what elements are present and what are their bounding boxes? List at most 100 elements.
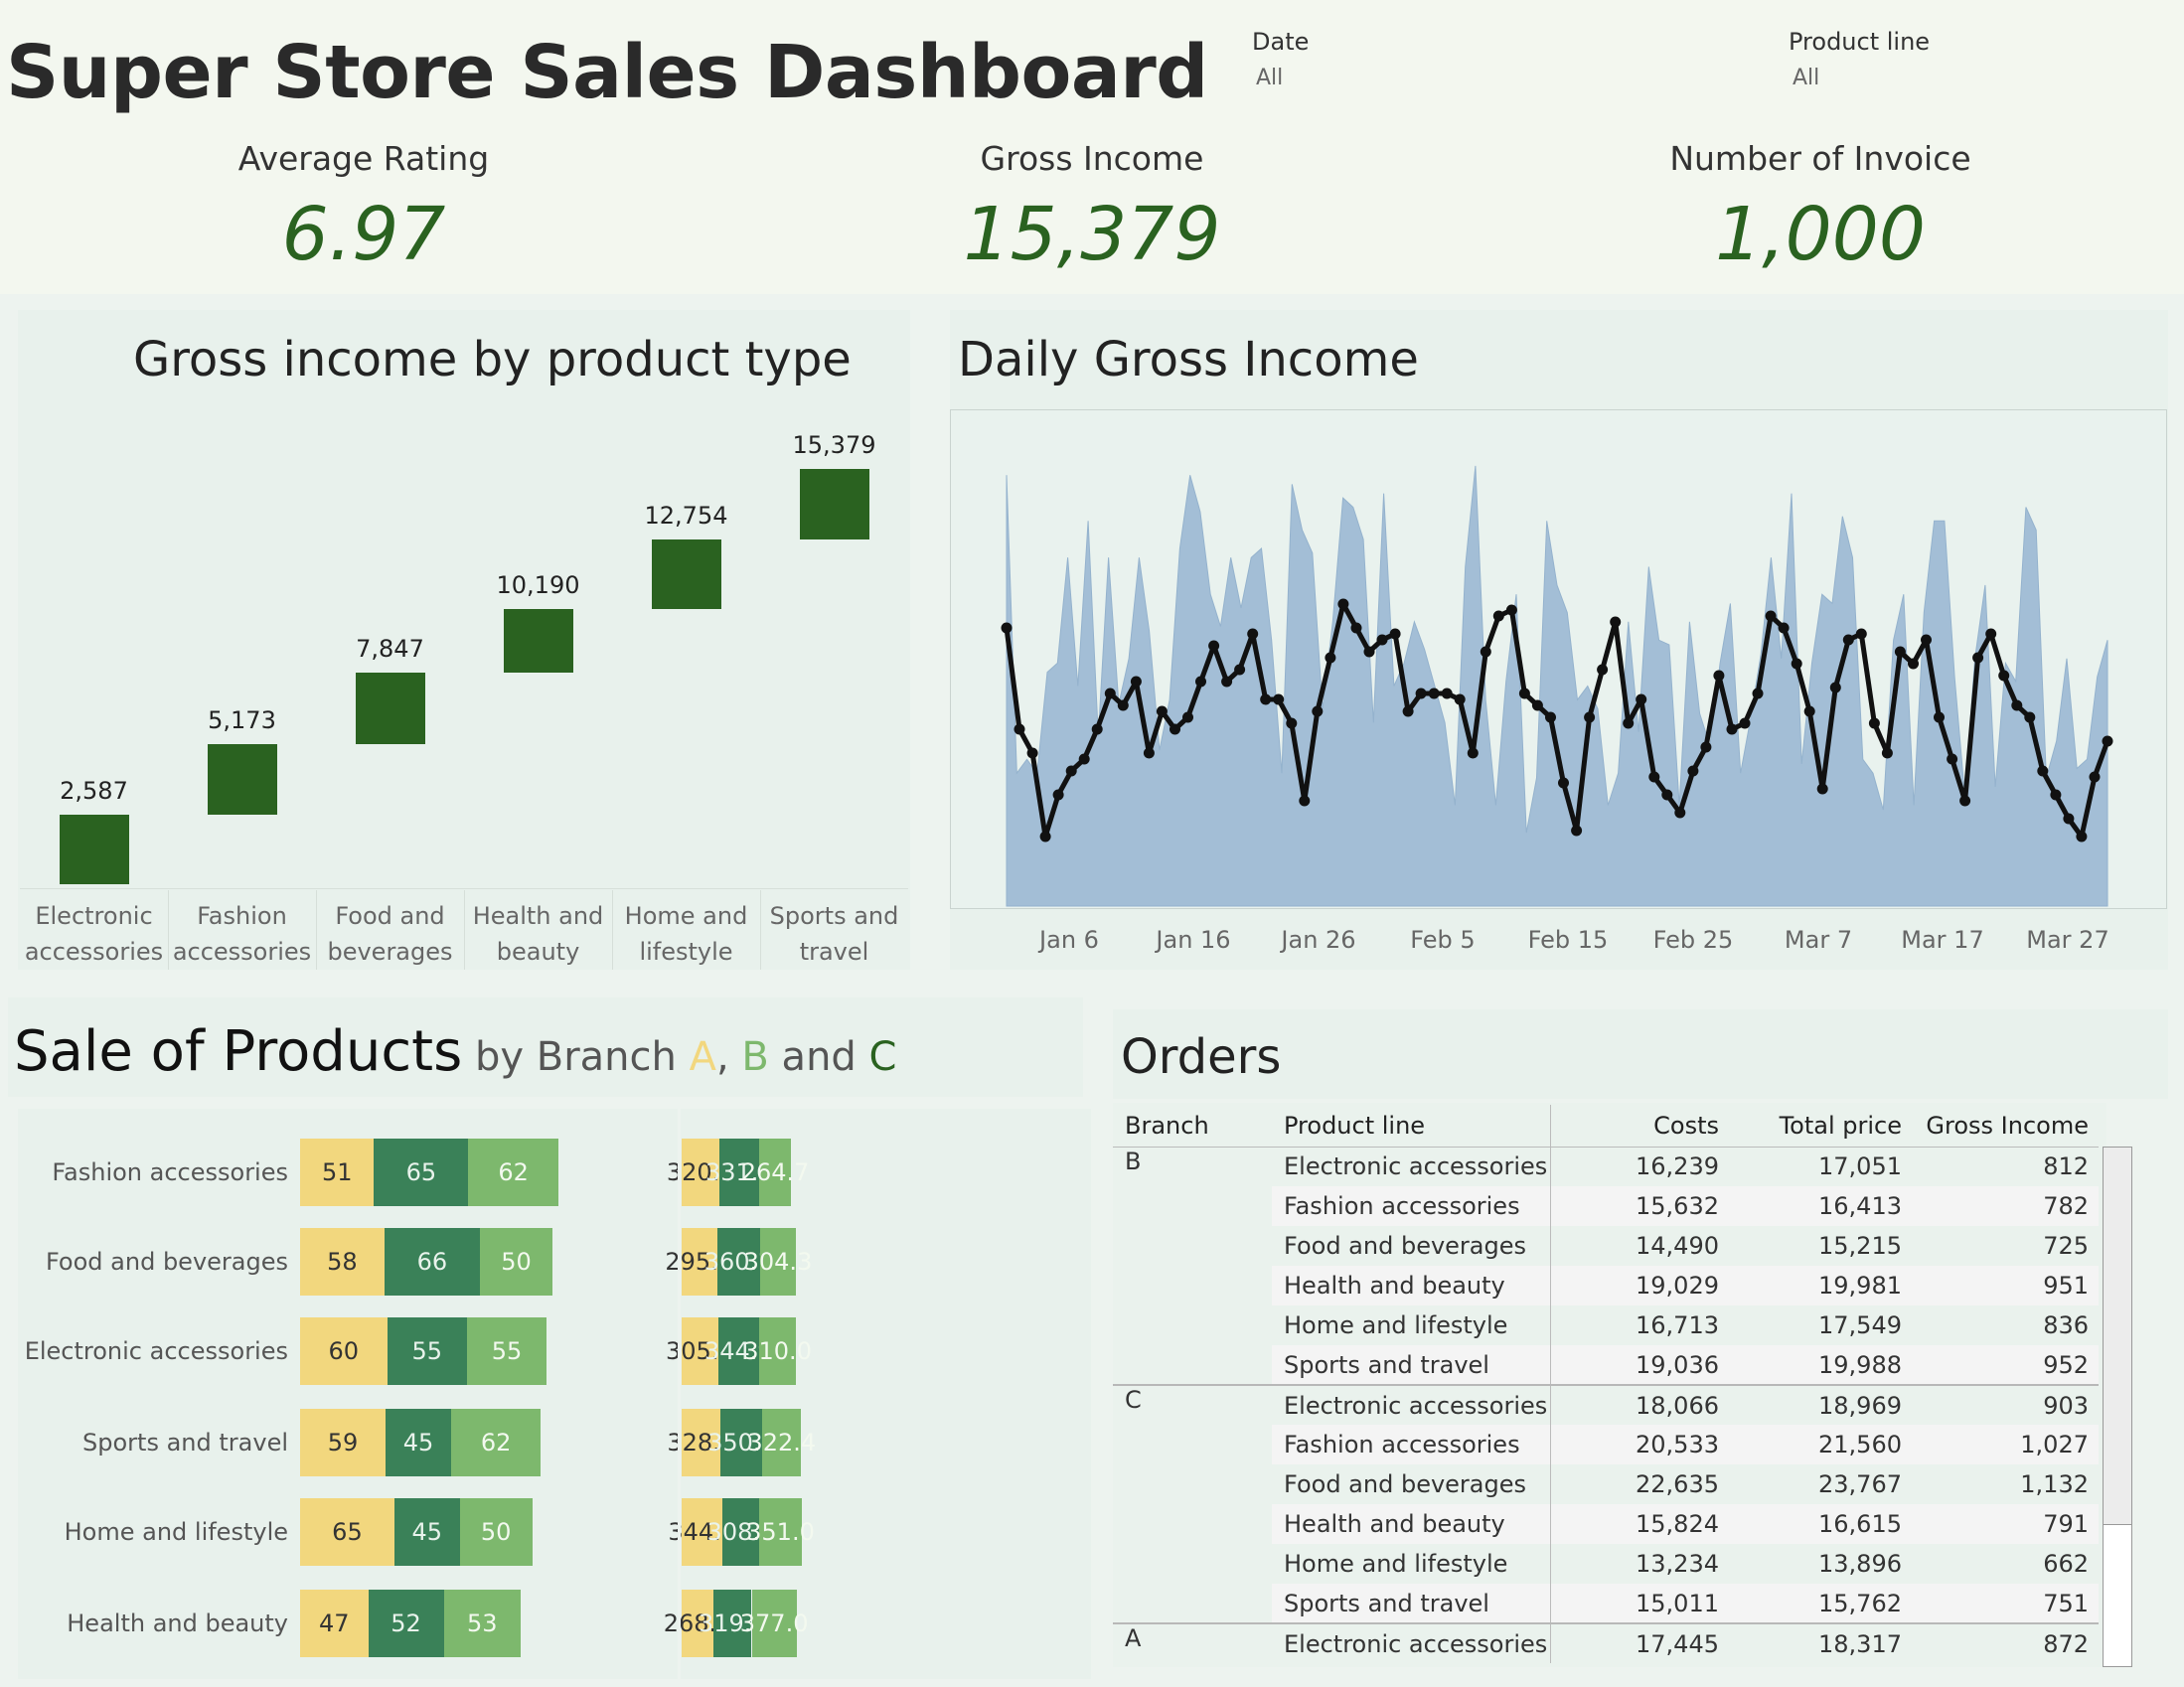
daily-line-point[interactable] [1816,783,1828,795]
daily-line-point[interactable] [1713,670,1725,682]
daily-line-point[interactable] [1545,711,1556,723]
daily-line-point[interactable] [1415,688,1427,699]
waterfall-bar[interactable] [207,744,277,815]
branch-count-segment[interactable]: 65 [374,1139,469,1206]
branch-count-segment[interactable]: 59 [300,1409,387,1476]
daily-line-point[interactable] [1921,634,1932,646]
daily-line-point[interactable] [1337,598,1349,610]
col-branch[interactable]: Branch [1113,1105,1272,1148]
col-total-price[interactable]: Total price [1729,1105,1912,1148]
daily-line-point[interactable] [1648,771,1660,783]
daily-line-point[interactable] [1778,622,1790,634]
daily-line-point[interactable] [1170,723,1180,735]
daily-line-point[interactable] [1571,825,1583,837]
daily-line-point[interactable] [1700,741,1712,753]
daily-line-point[interactable] [1505,604,1517,616]
col-gross-income[interactable]: Gross Income [1912,1105,2099,1148]
daily-line-point[interactable] [1260,693,1272,705]
daily-line-point[interactable] [1480,646,1491,658]
table-row[interactable]: Health and beauty 15,824 16,615 791 [1113,1504,2099,1544]
daily-line-point[interactable] [1881,747,1893,759]
branch-count-segment[interactable]: 45 [393,1498,460,1566]
branch-count-segment[interactable]: 53 [443,1590,521,1657]
daily-line-point[interactable] [1492,610,1504,622]
waterfall-bar[interactable] [59,814,129,884]
daily-line-point[interactable] [1934,711,1945,723]
daily-line-point[interactable] [1842,634,1854,646]
daily-line-point[interactable] [1908,658,1919,670]
daily-line-point[interactable] [1091,723,1103,735]
branch-count-segment[interactable]: 52 [368,1590,444,1657]
branch-count-segment[interactable]: 50 [459,1498,533,1566]
col-costs[interactable]: Costs [1550,1105,1729,1148]
daily-line-point[interactable] [2102,735,2113,747]
branch-amount-segment[interactable]: 322.4 [747,1409,816,1476]
daily-line-point[interactable] [1558,777,1569,789]
daily-line-point[interactable] [1156,705,1168,717]
daily-line-point[interactable] [1972,652,1984,664]
orders-scrollbar-thumb[interactable] [2104,1148,2131,1525]
daily-line-point[interactable] [1985,628,1997,640]
daily-line-point[interactable] [1299,795,1311,807]
daily-line-point[interactable] [1855,628,1867,640]
daily-line-point[interactable] [1350,622,1362,634]
table-row[interactable]: Home and lifestyle 13,234 13,896 662 [1113,1544,2099,1584]
daily-line-point[interactable] [1078,753,1090,765]
daily-line-point[interactable] [1726,723,1738,735]
daily-line-point[interactable] [1389,628,1401,640]
table-row[interactable]: Sports and travel 19,036 19,988 952 [1113,1345,2099,1385]
daily-line-point[interactable] [1312,705,1324,717]
daily-line-point[interactable] [1803,705,1815,717]
daily-line-point[interactable] [1247,628,1259,640]
daily-line-point[interactable] [1208,640,1220,652]
daily-line-point[interactable] [1623,717,1635,729]
waterfall-bar[interactable] [651,539,721,610]
branch-amount-segment[interactable]: 310.0 [743,1317,812,1385]
daily-line-point[interactable] [1610,616,1622,628]
table-row[interactable]: A Electronic accessories 17,445 18,317 872 [1113,1622,2099,1663]
daily-line-point[interactable] [1286,717,1298,729]
table-row[interactable]: C Electronic accessories 18,066 18,969 903 [1113,1384,2099,1425]
daily-line-point[interactable] [1065,765,1077,777]
daily-line-point[interactable] [1026,747,1038,759]
daily-line-point[interactable] [1117,699,1129,711]
daily-line-point[interactable] [1195,676,1206,688]
daily-line-point[interactable] [1428,688,1440,699]
daily-line-point[interactable] [2089,771,2101,783]
branch-count-segment[interactable]: 50 [480,1228,553,1296]
product-line-filter[interactable]: Product line All [1789,28,1930,90]
daily-line-point[interactable] [1325,652,1336,664]
daily-line-point[interactable] [1829,682,1841,693]
daily-line-point[interactable] [1376,634,1388,646]
table-row[interactable]: Fashion accessories 20,533 21,560 1,027 [1113,1425,2099,1464]
daily-line-point[interactable] [1234,664,1246,676]
daily-line-point[interactable] [1674,807,1686,819]
daily-line-point[interactable] [1597,664,1609,676]
branch-amount-segment[interactable]: 304.3 [744,1228,812,1296]
table-row[interactable]: Health and beauty 19,029 19,981 951 [1113,1266,2099,1305]
branch-count-segment[interactable]: 60 [300,1317,388,1385]
branch-count-segment[interactable]: 66 [384,1228,481,1296]
branch-amount-segment[interactable]: 377.0 [740,1590,808,1657]
daily-line-point[interactable] [1765,610,1777,622]
orders-scrollbar[interactable] [2103,1147,2132,1667]
daily-line-point[interactable] [1001,622,1013,634]
branch-count-segment[interactable]: 65 [300,1498,394,1566]
daily-line-point[interactable] [1467,747,1479,759]
table-row[interactable]: Sports and travel 15,011 15,762 751 [1113,1584,2099,1623]
branch-count-segment[interactable]: 47 [300,1590,369,1657]
daily-line-point[interactable] [1959,795,1971,807]
table-row[interactable]: Food and beverages 14,490 15,215 725 [1113,1226,2099,1266]
daily-line-point[interactable] [1791,658,1802,670]
waterfall-bar[interactable] [799,469,869,540]
col-product-line[interactable]: Product line [1272,1105,1551,1148]
daily-line-point[interactable] [1752,688,1764,699]
daily-line-point[interactable] [1273,693,1285,705]
daily-line-point[interactable] [1104,688,1116,699]
table-row[interactable]: Food and beverages 22,635 23,767 1,132 [1113,1464,2099,1504]
waterfall-bar[interactable] [503,609,573,673]
daily-line-point[interactable] [2037,765,2049,777]
daily-line-point[interactable] [1143,747,1155,759]
product-line-filter-value[interactable]: All [1789,66,1930,90]
daily-line-point[interactable] [1584,711,1596,723]
